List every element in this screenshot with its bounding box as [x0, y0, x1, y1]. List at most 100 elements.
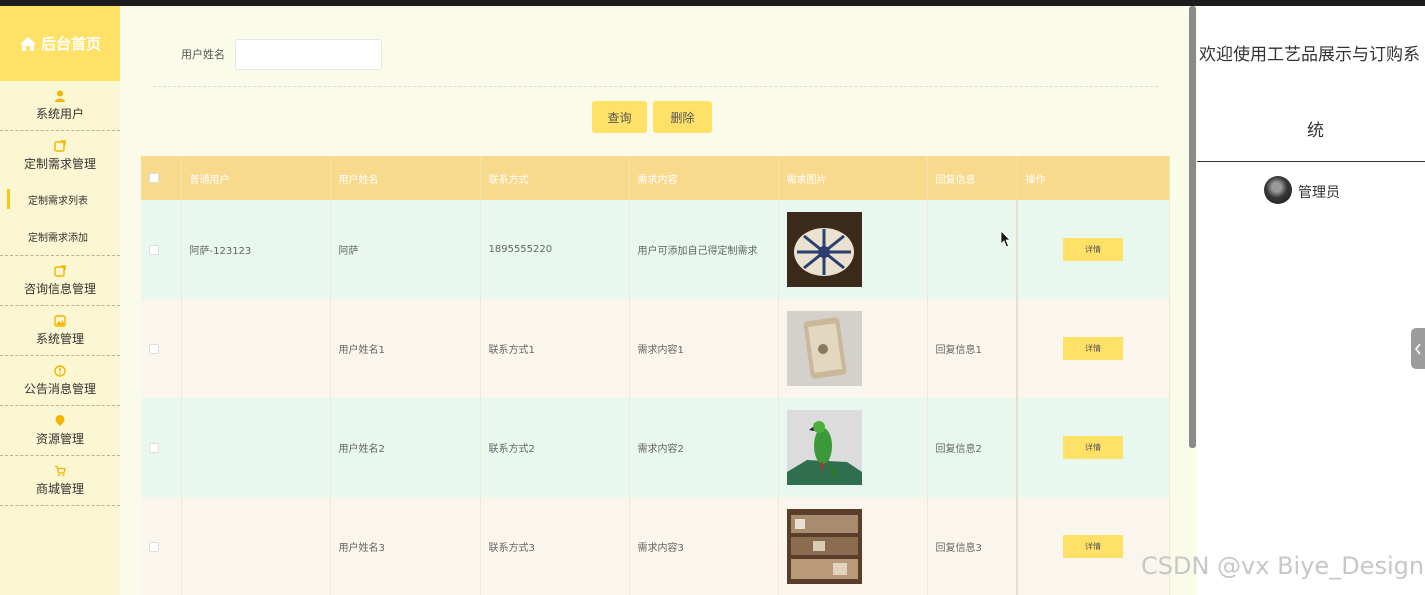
delete-button[interactable]: 删除	[653, 101, 712, 133]
row-select-cell	[141, 398, 182, 497]
cell-action: 详情	[1016, 200, 1170, 299]
cell-name: 用户姓名2	[330, 398, 481, 497]
info-icon	[54, 364, 66, 377]
collapse-panel-button[interactable]	[1411, 328, 1425, 369]
picture-icon	[54, 314, 66, 327]
cell-content: 需求内容1	[629, 299, 779, 398]
cell-action: 详情	[1016, 398, 1170, 497]
avatar[interactable]	[1264, 176, 1292, 204]
cell-reply: 回复信息2	[927, 398, 1018, 497]
cell-image	[778, 398, 928, 497]
sidebar-item-mall[interactable]: 商城管理	[0, 456, 120, 506]
welcome-text-continued: 统	[1307, 121, 1324, 141]
cell-image	[778, 299, 928, 398]
user-icon	[54, 90, 66, 102]
mouse-cursor-icon	[1000, 230, 1011, 248]
cell-reply: 回复信息3	[927, 497, 1018, 595]
cell-reply	[927, 200, 1018, 299]
column-header: 回复信息	[927, 156, 1018, 200]
edit-icon	[54, 140, 66, 152]
sidebar-item-label: 系统管理	[35, 331, 84, 346]
sidebar-item-system-users[interactable]: 系统用户	[0, 81, 120, 131]
cell-user	[181, 299, 331, 398]
cell-name: 用户姓名3	[330, 497, 481, 595]
sidebar-item-system-management[interactable]: 系统管理	[0, 306, 120, 356]
sidebar-item-label: 商城管理	[35, 481, 84, 496]
cell-image	[778, 497, 928, 595]
location-icon	[54, 414, 66, 427]
cell-user: 阿萨-123123	[181, 200, 331, 299]
watermark: CSDN @vx Biye_Design	[1141, 552, 1425, 580]
table-row: 用户姓名3 联系方式3 需求内容3 回复信息3 详情	[141, 497, 1170, 595]
column-header: 需求内容	[629, 156, 779, 200]
sidebar: 后台首页 系统用户 定制需求管理 定制需求列表 定制需求添加 咨询信息管理 系统…	[0, 6, 120, 595]
sidebar-item-inquiry[interactable]: 咨询信息管理	[0, 256, 120, 306]
cell-name: 阿萨	[330, 200, 481, 299]
right-panel: 欢迎使用工艺品展示与订购系 统 管理员	[1197, 6, 1425, 595]
demand-table: 普通用户 用户姓名 联系方式 需求内容 需求图片 回复信息 操作 阿萨-1231…	[141, 156, 1170, 595]
search-input[interactable]	[235, 39, 382, 70]
submenu-item-demand-add[interactable]: 定制需求添加	[0, 218, 120, 255]
sidebar-item-label: 系统用户	[35, 106, 84, 121]
ceramic-knob-image[interactable]	[786, 212, 862, 287]
table-row: 用户姓名2 联系方式2 需求内容2 回复信息2 详情	[141, 398, 1170, 497]
select-all-checkbox[interactable]	[149, 173, 159, 183]
row-checkbox[interactable]	[149, 541, 159, 552]
sidebar-item-label: 咨询信息管理	[23, 281, 96, 296]
submenu: 定制需求列表 定制需求添加	[0, 181, 120, 256]
sidebar-item-custom-demand[interactable]: 定制需求管理	[0, 131, 120, 181]
vertical-scrollbar[interactable]	[1189, 6, 1196, 448]
submenu-item-demand-list[interactable]: 定制需求列表	[0, 181, 120, 218]
cell-contact: 联系方式3	[480, 497, 630, 595]
detail-button[interactable]: 详情	[1063, 238, 1123, 261]
sidebar-item-label: 资源管理	[35, 431, 84, 446]
column-header: 操作	[1017, 156, 1170, 200]
search-label: 用户姓名	[181, 48, 225, 61]
sidebar-brand[interactable]: 后台首页	[0, 6, 120, 81]
cart-icon	[54, 465, 66, 477]
cell-content: 需求内容3	[629, 497, 779, 595]
parrot-figurine-image[interactable]	[786, 410, 862, 485]
row-checkbox[interactable]	[149, 442, 159, 453]
sidebar-item-resources[interactable]: 资源管理	[0, 406, 120, 456]
query-button[interactable]: 查询	[592, 101, 647, 133]
cell-action: 详情	[1016, 497, 1170, 595]
cell-content: 用户可添加自己得定制需求	[629, 200, 779, 299]
user-role: 管理员	[1298, 185, 1340, 201]
cell-user	[181, 398, 331, 497]
edit-icon	[54, 264, 66, 277]
cell-content: 需求内容2	[629, 398, 779, 497]
shelf-display-image[interactable]	[786, 509, 862, 584]
cell-action: 详情	[1016, 299, 1170, 398]
brand-title: 后台首页	[40, 35, 101, 53]
panel-divider	[1197, 161, 1425, 162]
detail-button[interactable]: 详情	[1063, 436, 1123, 459]
table-row: 阿萨-123123 阿萨 1895555220 用户可添加自己得定制需求 详情	[141, 200, 1170, 299]
welcome-text: 欢迎使用工艺品展示与订购系	[1199, 45, 1420, 65]
column-header: 用户姓名	[330, 156, 481, 200]
column-header: 普通用户	[181, 156, 331, 200]
cell-image	[778, 200, 928, 299]
chevron-left-icon	[1414, 343, 1421, 354]
cell-contact: 联系方式1	[480, 299, 630, 398]
carved-box-image[interactable]	[786, 311, 862, 386]
sidebar-item-label: 定制需求管理	[23, 157, 96, 171]
main-content: 用户姓名 查询 删除 普通用户 用户姓名 联系方式 需求内容 需求图片 回复信息…	[120, 6, 1190, 595]
divider	[153, 86, 1158, 87]
row-checkbox[interactable]	[149, 244, 159, 255]
row-checkbox[interactable]	[149, 343, 159, 354]
cell-name: 用户姓名1	[330, 299, 481, 398]
cell-contact: 1895555220	[480, 200, 630, 299]
row-select-cell	[141, 299, 182, 398]
table-header-row: 普通用户 用户姓名 联系方式 需求内容 需求图片 回复信息 操作	[141, 156, 1170, 200]
column-header: 需求图片	[778, 156, 928, 200]
detail-button[interactable]: 详情	[1063, 535, 1123, 558]
select-all-cell	[141, 156, 182, 200]
cell-contact: 联系方式2	[480, 398, 630, 497]
home-icon	[19, 36, 36, 51]
cell-user	[181, 497, 331, 595]
sidebar-item-label: 公告消息管理	[23, 381, 96, 396]
detail-button[interactable]: 详情	[1063, 337, 1123, 360]
table-row: 用户姓名1 联系方式1 需求内容1 回复信息1 详情	[141, 299, 1170, 398]
sidebar-item-announcements[interactable]: 公告消息管理	[0, 356, 120, 406]
